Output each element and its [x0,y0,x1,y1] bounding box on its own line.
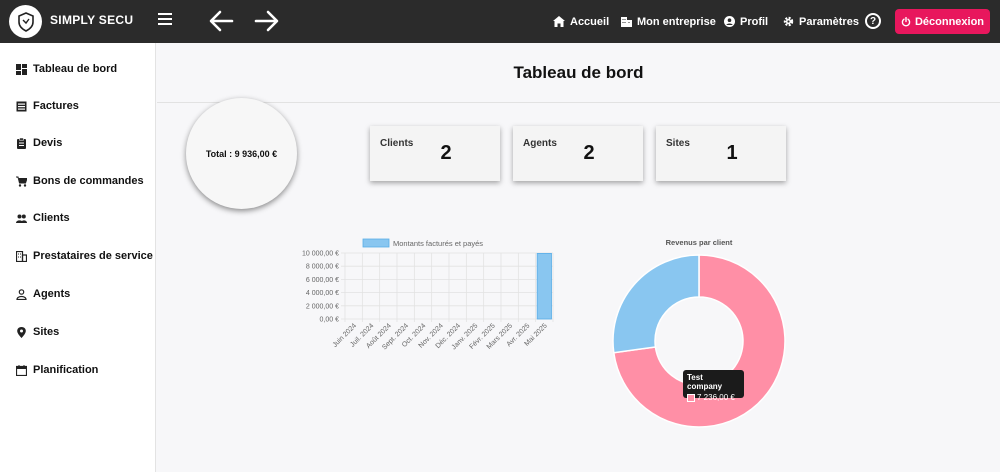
sidebar: Tableau de bord Factures Devis Bons de c… [0,43,156,472]
sidebar-item-label: Sites [33,326,60,338]
page-title: Tableau de bord [513,63,644,82]
top-bar: SIMPLY SECU Accueil Mon entreprise Profi… [0,0,1000,43]
calendar-icon [16,364,27,376]
nav-accueil[interactable]: Accueil [553,0,609,43]
help-icon[interactable]: ? [865,13,881,29]
title-divider [157,102,1000,103]
chart-tooltip: Test company 7 236,00 € [683,370,744,402]
sidebar-item-sites[interactable]: Sites [16,324,59,340]
sidebar-item-bons-de-commandes[interactable]: Bons de commandes [16,173,144,189]
total-amount-circle: Total : 9 936,00 € [186,98,297,209]
logout-label: Déconnexion [914,15,985,28]
revenue-bar-chart: Montants facturés et payés 10 000,00 € 8 0… [302,238,554,351]
sidebar-item-label: Factures [33,100,79,112]
sidebar-item-label: Tableau de bord [33,63,118,75]
legend-label: Montants facturés et payés [393,239,483,248]
nav-accueil-label: Accueil [570,15,610,28]
total-amount-label: Total : 9 936,00 € [205,148,278,159]
sidebar-item-tableau-de-bord[interactable]: Tableau de bord [16,61,117,77]
stat-card-value: 2 [583,142,595,164]
home-icon [553,16,565,27]
invoice-icon [16,101,27,111]
stat-card-agents[interactable]: Agents 2 [513,126,643,181]
nav-mon-entreprise-label: Mon entreprise [637,15,716,28]
back-arrow-icon[interactable] [208,9,234,33]
building-icon [16,250,27,262]
stat-card-value: 2 [440,142,452,164]
sidebar-item-label: Agents [33,288,71,300]
gear-icon [783,16,794,27]
pin-icon [17,326,26,338]
y-tick-label: 0,00 € [320,317,340,324]
cart-icon [16,176,27,187]
chart-title: Revenus par client [666,238,733,247]
y-tick-label: 10 000,00 € [302,251,339,258]
stat-card-clients[interactable]: Clients 2 [370,126,500,181]
shield-logo-icon [17,11,34,32]
nav-parametres-label: Paramètres [799,15,859,28]
sidebar-item-prestataires-de-service[interactable]: Prestataires de service [16,248,153,264]
brand-name: SIMPLY SECU [50,13,134,27]
menu-toggle-icon[interactable] [158,13,172,27]
person-icon [16,288,27,300]
nav-parametres[interactable]: Paramètres [783,0,859,43]
people-icon [16,214,27,223]
sidebar-item-clients[interactable]: Clients [16,210,70,226]
nav-profil-label: Profil [740,15,769,28]
sidebar-item-label: Devis [33,137,63,149]
sidebar-item-devis[interactable]: Devis [16,135,62,151]
building-icon [621,17,632,27]
sidebar-item-label: Bons de commandes [33,175,144,187]
tooltip-title: Test company [687,373,723,391]
stat-card-sites[interactable]: Sites 1 [656,126,786,181]
tooltip-swatch [687,393,695,402]
y-tick-label: 2 000,00 € [306,303,339,310]
y-tick-label: 6 000,00 € [306,277,339,284]
sidebar-item-factures[interactable]: Factures [16,98,79,114]
donut-slice [612,254,700,354]
sidebar-item-planification[interactable]: Planification [16,362,98,378]
clipboard-icon [17,137,26,149]
nav-profil[interactable]: Profil [724,0,768,43]
bar [536,253,552,320]
tooltip-value: 7 236,00 € [697,393,735,402]
legend-swatch [362,238,390,248]
y-tick-label: 4 000,00 € [306,290,339,297]
stat-card-value: 1 [726,142,738,164]
dashboard-icon [16,63,27,75]
logo[interactable] [9,5,42,38]
user-icon [724,16,735,27]
sidebar-item-label: Clients [33,212,70,224]
logout-button[interactable]: Déconnexion [895,9,990,34]
power-icon [901,16,911,26]
revenue-by-client-donut-chart: Revenus par client [612,238,786,428]
sidebar-item-agents[interactable]: Agents [16,286,70,302]
forward-arrow-icon[interactable] [254,9,280,33]
sidebar-item-label: Planification [33,364,99,376]
y-tick-label: 8 000,00 € [306,264,339,271]
nav-mon-entreprise[interactable]: Mon entreprise [621,0,716,43]
sidebar-item-label: Prestataires de service [33,250,153,262]
